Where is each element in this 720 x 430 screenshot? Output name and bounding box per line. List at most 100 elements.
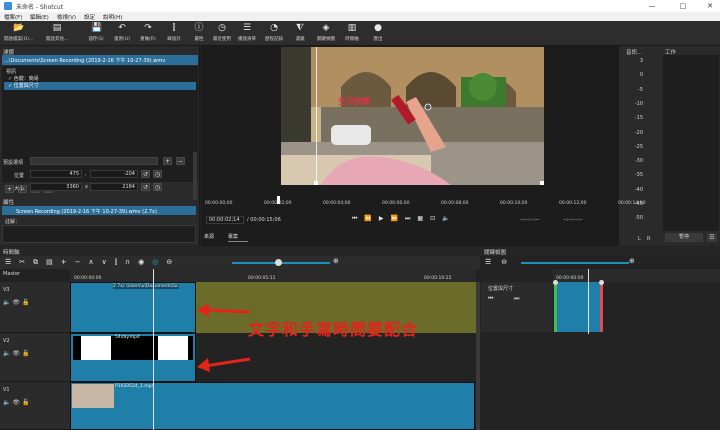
clip-v2[interactable]: 54day.mp4 xyxy=(70,333,196,382)
position-x-field[interactable]: 475 xyxy=(30,170,82,178)
reset-size-button[interactable]: ↺ xyxy=(141,183,150,191)
zoom-icon[interactable]: ⊡ xyxy=(430,215,435,223)
prev-keyframe-icon[interactable]: ⏮ xyxy=(488,295,493,303)
preset-dropdown[interactable] xyxy=(30,157,158,165)
keyframe-end-handle[interactable] xyxy=(599,280,604,285)
tab-source[interactable]: 來源 xyxy=(204,233,224,242)
zoom-in-icon[interactable]: ⊕ xyxy=(629,257,635,265)
keyframe-ruler[interactable]: 00:00:00:00 xyxy=(553,269,720,282)
save-preset-button[interactable]: + xyxy=(163,157,172,165)
menu-help[interactable]: 說明(H) xyxy=(103,13,122,21)
keyframe-playhead[interactable] xyxy=(588,269,589,334)
zoom-out-icon[interactable]: ⊖ xyxy=(166,258,172,267)
size-separator: x xyxy=(85,184,88,190)
add-filter-button[interactable]: + xyxy=(5,185,14,193)
filter-scrollbar[interactable] xyxy=(193,152,197,200)
skip-previous-icon[interactable]: ⏮ xyxy=(352,215,357,223)
zoom-in-icon[interactable]: ⊕ xyxy=(333,257,339,265)
cut-icon[interactable]: ✂ xyxy=(19,258,25,267)
lock-icon[interactable]: 🔓 xyxy=(22,399,29,406)
jobs-menu-icon[interactable]: ☰ xyxy=(707,233,717,242)
pause-jobs-button[interactable]: 暫停 xyxy=(665,233,703,242)
annotation-text: 文字和手寫時間要配合 xyxy=(248,320,419,339)
keyframe-size-button[interactable]: ◷ xyxy=(153,183,162,191)
timeline-playhead[interactable] xyxy=(153,269,154,430)
current-time-field[interactable]: 00:00:02;14 xyxy=(206,216,244,224)
paste-icon[interactable]: ▤ xyxy=(46,258,53,267)
position-separator: , xyxy=(85,171,87,177)
lock-icon[interactable]: 🔓 xyxy=(22,350,29,357)
zoom-out-icon[interactable]: ⊖ xyxy=(501,258,507,266)
ripple-icon[interactable]: ◎ xyxy=(152,258,158,267)
toolbar-button-filters[interactable]: ⧨ 濾鏡 xyxy=(286,23,314,45)
toolbar-button-timeline[interactable]: ▥ 時間軸 xyxy=(338,23,366,45)
mute-icon[interactable]: 🔈 xyxy=(3,399,10,406)
size-width-field[interactable]: 3360 xyxy=(30,183,82,191)
keyframe-start-handle[interactable] xyxy=(553,280,558,285)
keyframe-param-header: 位置與尺寸 ⏮ ⏭ xyxy=(481,282,553,332)
keyframe-clip[interactable] xyxy=(554,282,603,332)
toolbar-button-recent[interactable]: ◷ 最近使用 xyxy=(208,23,236,45)
close-button[interactable]: ✕ xyxy=(704,1,716,11)
eye-icon[interactable]: 👁 xyxy=(12,350,20,357)
timeline-ruler[interactable]: 00:00:00:00 00:00:05:11 00:00:10:22 xyxy=(70,269,476,282)
remove-icon[interactable]: − xyxy=(75,258,81,267)
menu-edit[interactable]: 編輯(E) xyxy=(30,13,49,21)
rewind-icon[interactable]: ⏪ xyxy=(364,215,371,223)
toolbar-button-export[interactable]: ● 匯出 xyxy=(364,23,392,45)
play-icon[interactable]: ▶ xyxy=(379,215,384,223)
toolbar-button-playlist[interactable]: ☰ 播放清單 xyxy=(233,23,261,45)
filters-panel: 濾鏡 ...\Documents\Screen Recording (2019-… xyxy=(0,46,200,246)
split-icon[interactable]: ⫿ xyxy=(115,258,117,267)
skip-next-icon[interactable]: ⏭ xyxy=(405,215,410,223)
menu-icon[interactable]: ☰ xyxy=(5,258,11,267)
toolbar-button-peak-meter[interactable]: ⫿ 峰值計 xyxy=(160,23,188,45)
menu-view[interactable]: 檢視(V) xyxy=(57,13,76,21)
size-height-field[interactable]: 2184 xyxy=(90,183,138,191)
volume-icon[interactable]: 🔈 xyxy=(442,215,449,223)
menu-settings[interactable]: 設定 xyxy=(84,13,95,21)
lift-icon[interactable]: ∧ xyxy=(89,258,94,267)
delete-preset-button[interactable]: − xyxy=(176,157,185,165)
toolbar-button-save[interactable]: 💾 儲存(S) xyxy=(82,23,110,45)
grid-icon[interactable]: ▦ xyxy=(417,215,423,223)
copy-icon[interactable]: ⧉ xyxy=(33,258,38,267)
minimize-button[interactable]: — xyxy=(646,1,658,11)
toolbar-button-folder[interactable]: 📂 開啟檔案(O)... xyxy=(4,23,33,45)
filter-item-chroma[interactable]: ✓ 色鍵：簡易 xyxy=(4,75,196,82)
reset-position-button[interactable]: ↺ xyxy=(141,170,150,178)
maximize-button[interactable]: □ xyxy=(677,1,689,11)
keyframe-position-button[interactable]: ◷ xyxy=(153,170,162,178)
toolbar-button-history[interactable]: ◔ 歷程記錄 xyxy=(260,23,288,45)
lock-icon[interactable]: 🔓 xyxy=(22,299,29,306)
scrub-icon[interactable]: ◉ xyxy=(138,258,144,267)
timeline-scrollbar[interactable] xyxy=(476,282,480,430)
video-preview[interactable]: 生日快樂 xyxy=(281,47,544,185)
viewer-ruler-tick: 00:00:00;00 xyxy=(205,201,233,206)
clip-v1[interactable]: P1033524_1.mp4 xyxy=(70,382,475,430)
menu-icon[interactable]: ☰ xyxy=(485,258,491,266)
overwrite-icon[interactable]: ∨ xyxy=(102,258,107,267)
next-keyframe-icon[interactable]: ⏭ xyxy=(514,295,519,303)
snap-icon[interactable]: ∩ xyxy=(125,258,130,267)
eye-icon[interactable]: 👁 xyxy=(12,299,20,306)
mute-icon[interactable]: 🔈 xyxy=(3,350,10,357)
toolbar-button-open-other[interactable]: ▤ 開啟其他... xyxy=(43,23,71,45)
append-icon[interactable]: + xyxy=(61,258,67,267)
fast-forward-icon[interactable]: ⏩ xyxy=(391,215,398,223)
menu-file[interactable]: 檔案(F) xyxy=(4,13,22,21)
mute-icon[interactable]: 🔈 xyxy=(3,299,10,306)
toolbar-button-redo[interactable]: ↷ 重做(R) xyxy=(134,23,162,45)
zoom-slider-handle[interactable] xyxy=(275,259,282,266)
toolbar-button-undo[interactable]: ↶ 復原(U) xyxy=(108,23,136,45)
tab-project[interactable]: 專案 xyxy=(228,233,248,242)
filter-item-position[interactable]: ✓ 位置與尺寸 xyxy=(4,82,196,90)
eye-icon[interactable]: 👁 xyxy=(12,399,20,406)
clip-v3[interactable]: 2.7x) \Users\u\Documents\Sc xyxy=(70,282,196,333)
keyframe-zoom-slider[interactable] xyxy=(521,262,629,264)
position-y-field[interactable]: -204 xyxy=(90,170,138,178)
toolbar-button-keyframes[interactable]: ◈ 關鍵幀圖 xyxy=(312,23,340,45)
toolbar-label: 最近使用 xyxy=(213,37,231,42)
comment-field[interactable] xyxy=(2,225,196,243)
jobs-list[interactable] xyxy=(663,55,719,231)
